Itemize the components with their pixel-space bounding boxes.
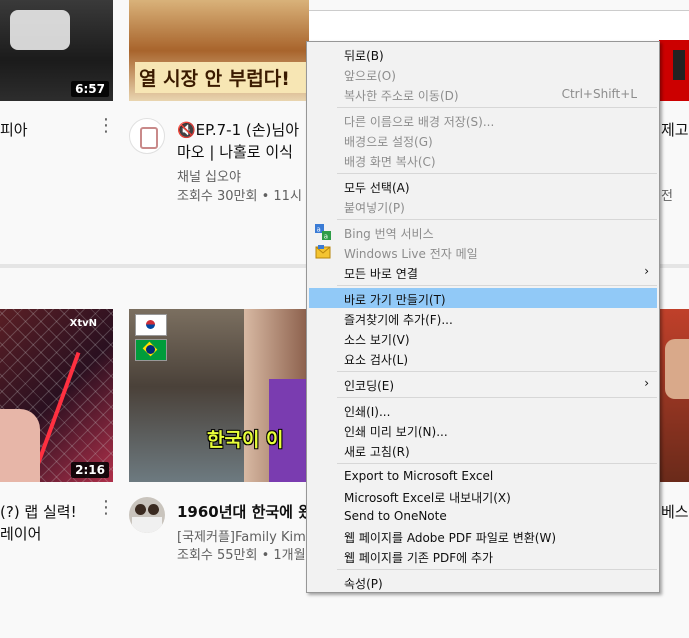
menu-separator (337, 463, 657, 464)
menu-item-append-to-pdf[interactable]: 웹 페이지를 기존 PDF에 추가 (309, 546, 657, 566)
submenu-arrow-icon: › (644, 376, 649, 390)
menu-item-back[interactable]: 뒤로(B) (309, 44, 657, 64)
menu-separator (337, 107, 657, 108)
mail-icon (315, 244, 331, 260)
menu-item-bing-translate[interactable]: aa Bing 번역 서비스 (309, 222, 657, 242)
menu-separator (337, 371, 657, 372)
video-stats: 조회수 55만회 • 1개월 (177, 548, 306, 563)
channel-avatar[interactable] (129, 497, 165, 533)
menu-separator (337, 173, 657, 174)
menu-separator (337, 285, 657, 286)
video-duration: 2:16 (71, 462, 109, 478)
video-thumbnail[interactable]: 한국이 이 (129, 309, 309, 482)
menu-separator (337, 397, 657, 398)
menu-item-copy-background[interactable]: 배경 화면 복사(C) (309, 150, 657, 170)
video-title[interactable]: 🔇EP.7-1 (손)님아 (177, 119, 299, 140)
menu-item-select-all[interactable]: 모두 선택(A) (309, 176, 657, 196)
menu-item-properties[interactable]: 속성(P) (309, 572, 657, 592)
channel-name[interactable]: [국제커플]Family Kim (177, 526, 306, 545)
svg-text:a: a (324, 233, 328, 241)
menu-item-all-accelerators[interactable]: 모든 바로 연결 › (309, 262, 657, 282)
video-thumbnail[interactable] (659, 309, 689, 482)
video-title[interactable]: 1960년대 한국에 왔 (177, 501, 312, 522)
menu-item-set-as-background[interactable]: 배경으로 설정(G) (309, 130, 657, 150)
translate-icon: aa (315, 224, 331, 241)
more-options-icon[interactable]: ⋮ (97, 499, 115, 517)
video-title[interactable]: 피아 (0, 119, 28, 140)
channel-name[interactable]: 채널 십오야 (177, 166, 241, 185)
video-duration: 6:57 (71, 81, 109, 97)
video-thumbnail[interactable]: XtvN 2:16 (0, 309, 113, 482)
menu-item-forward[interactable]: 앞으로(O) (309, 64, 657, 84)
menu-item-export-to-excel[interactable]: Export to Microsoft Excel (309, 466, 657, 486)
more-options-icon[interactable]: ⋮ (97, 117, 115, 135)
menu-item-encoding[interactable]: 인코딩(E) › (309, 374, 657, 394)
menu-item-print-preview[interactable]: 인쇄 미리 보기(N)... (309, 420, 657, 440)
flag-brazil-icon (135, 339, 167, 361)
channel-logo: XtvN (69, 318, 97, 329)
video-title[interactable]: 제고 (661, 119, 689, 140)
svg-text:a: a (317, 226, 321, 234)
video-title[interactable]: (?) 랩 실력! (0, 501, 77, 522)
video-thumbnail[interactable]: 열 시장 안 부럽다! (129, 0, 309, 101)
flag-korea-icon (135, 314, 167, 336)
menu-item-add-to-favorites[interactable]: 즐겨찾기에 추가(F)... (309, 308, 657, 328)
submenu-arrow-icon: › (644, 264, 649, 278)
video-title-line2[interactable]: 레이어 (0, 523, 41, 544)
menu-item-send-to-onenote[interactable]: Send to OneNote (309, 506, 657, 526)
menu-item-save-background-as[interactable]: 다른 이름으로 배경 저장(S)... (309, 110, 657, 130)
thumbnail-caption: 열 시장 안 부럽다! (135, 62, 309, 93)
menu-item-paste[interactable]: 붙여넣기(P) (309, 196, 657, 216)
menu-item-windows-live-mail[interactable]: Windows Live 전자 메일 (309, 242, 657, 262)
video-title-line2[interactable]: 마오 | 나홀로 이식 (177, 141, 293, 162)
menu-item-convert-to-pdf[interactable]: 웹 페이지를 Adobe PDF 파일로 변환(W) (309, 526, 657, 546)
menu-item-create-shortcut[interactable]: 바로 가기 만들기(T) (309, 288, 657, 308)
video-thumbnail[interactable] (659, 40, 689, 101)
menu-item-print[interactable]: 인쇄(I)... (309, 400, 657, 420)
video-title[interactable]: 베스 (661, 501, 689, 522)
menu-item-refresh[interactable]: 새로 고침(R) (309, 440, 657, 460)
video-thumbnail[interactable]: 6:57 (0, 0, 113, 101)
channel-avatar[interactable] (129, 118, 165, 154)
context-menu: 뒤로(B) 앞으로(O) 복사한 주소로 이동(D) Ctrl+Shift+L 다… (306, 41, 660, 593)
video-stats: 조회수 30만회 • 11시 (177, 189, 302, 204)
menu-separator (337, 569, 657, 570)
menu-item-inspect-element[interactable]: 요소 검사(L) (309, 348, 657, 368)
menu-item-view-source[interactable]: 소스 보기(V) (309, 328, 657, 348)
thumbnail-caption: 한국이 이 (207, 429, 284, 451)
menu-separator (337, 219, 657, 220)
menu-item-go-to-copied-address[interactable]: 복사한 주소로 이동(D) Ctrl+Shift+L (309, 84, 657, 104)
shortcut-text: Ctrl+Shift+L (561, 87, 637, 101)
video-stats: 전 (661, 189, 673, 204)
menu-item-excel-export-ko[interactable]: Microsoft Excel로 내보내기(X) (309, 486, 657, 506)
